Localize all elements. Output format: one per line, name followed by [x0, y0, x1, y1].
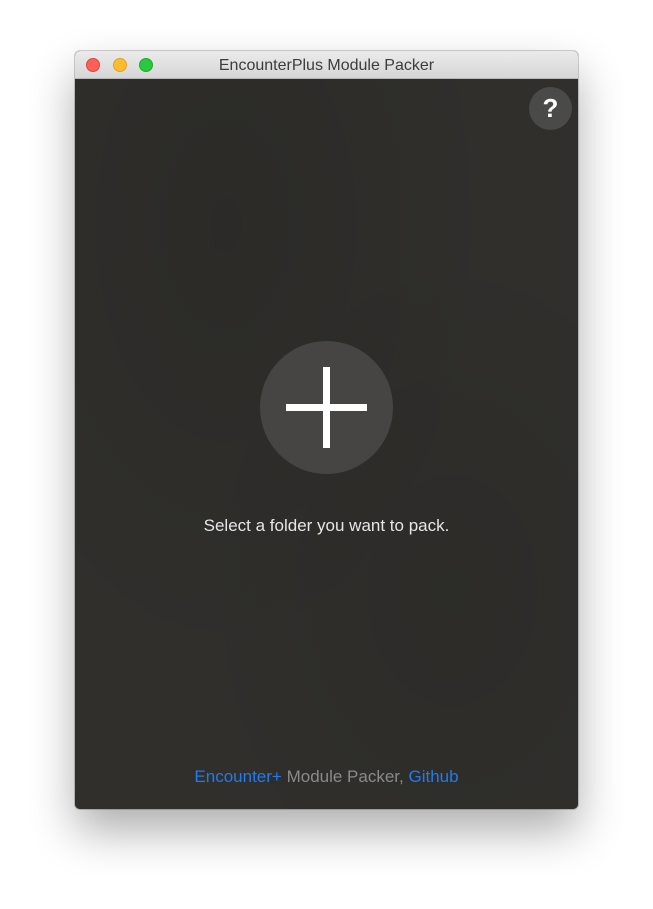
github-link[interactable]: Github — [408, 767, 458, 786]
help-button[interactable]: ? — [529, 87, 572, 130]
encounter-plus-link[interactable]: Encounter+ — [194, 767, 281, 786]
main-content: ? Select a folder you want to pack. Enco… — [75, 79, 578, 809]
footer-text: Module Packer, — [281, 767, 409, 786]
add-folder-button[interactable] — [260, 341, 393, 474]
title-bar[interactable]: EncounterPlus Module Packer — [75, 51, 578, 79]
app-window: EncounterPlus Module Packer ? Select a f… — [75, 51, 578, 809]
window-title: EncounterPlus Module Packer — [218, 57, 435, 74]
select-folder-prompt: Select a folder you want to pack. — [203, 516, 450, 535]
plus-icon-vertical — [323, 367, 330, 448]
question-mark-icon: ? — [542, 93, 559, 123]
footer: Encounter+ Module Packer, Github — [75, 767, 578, 787]
